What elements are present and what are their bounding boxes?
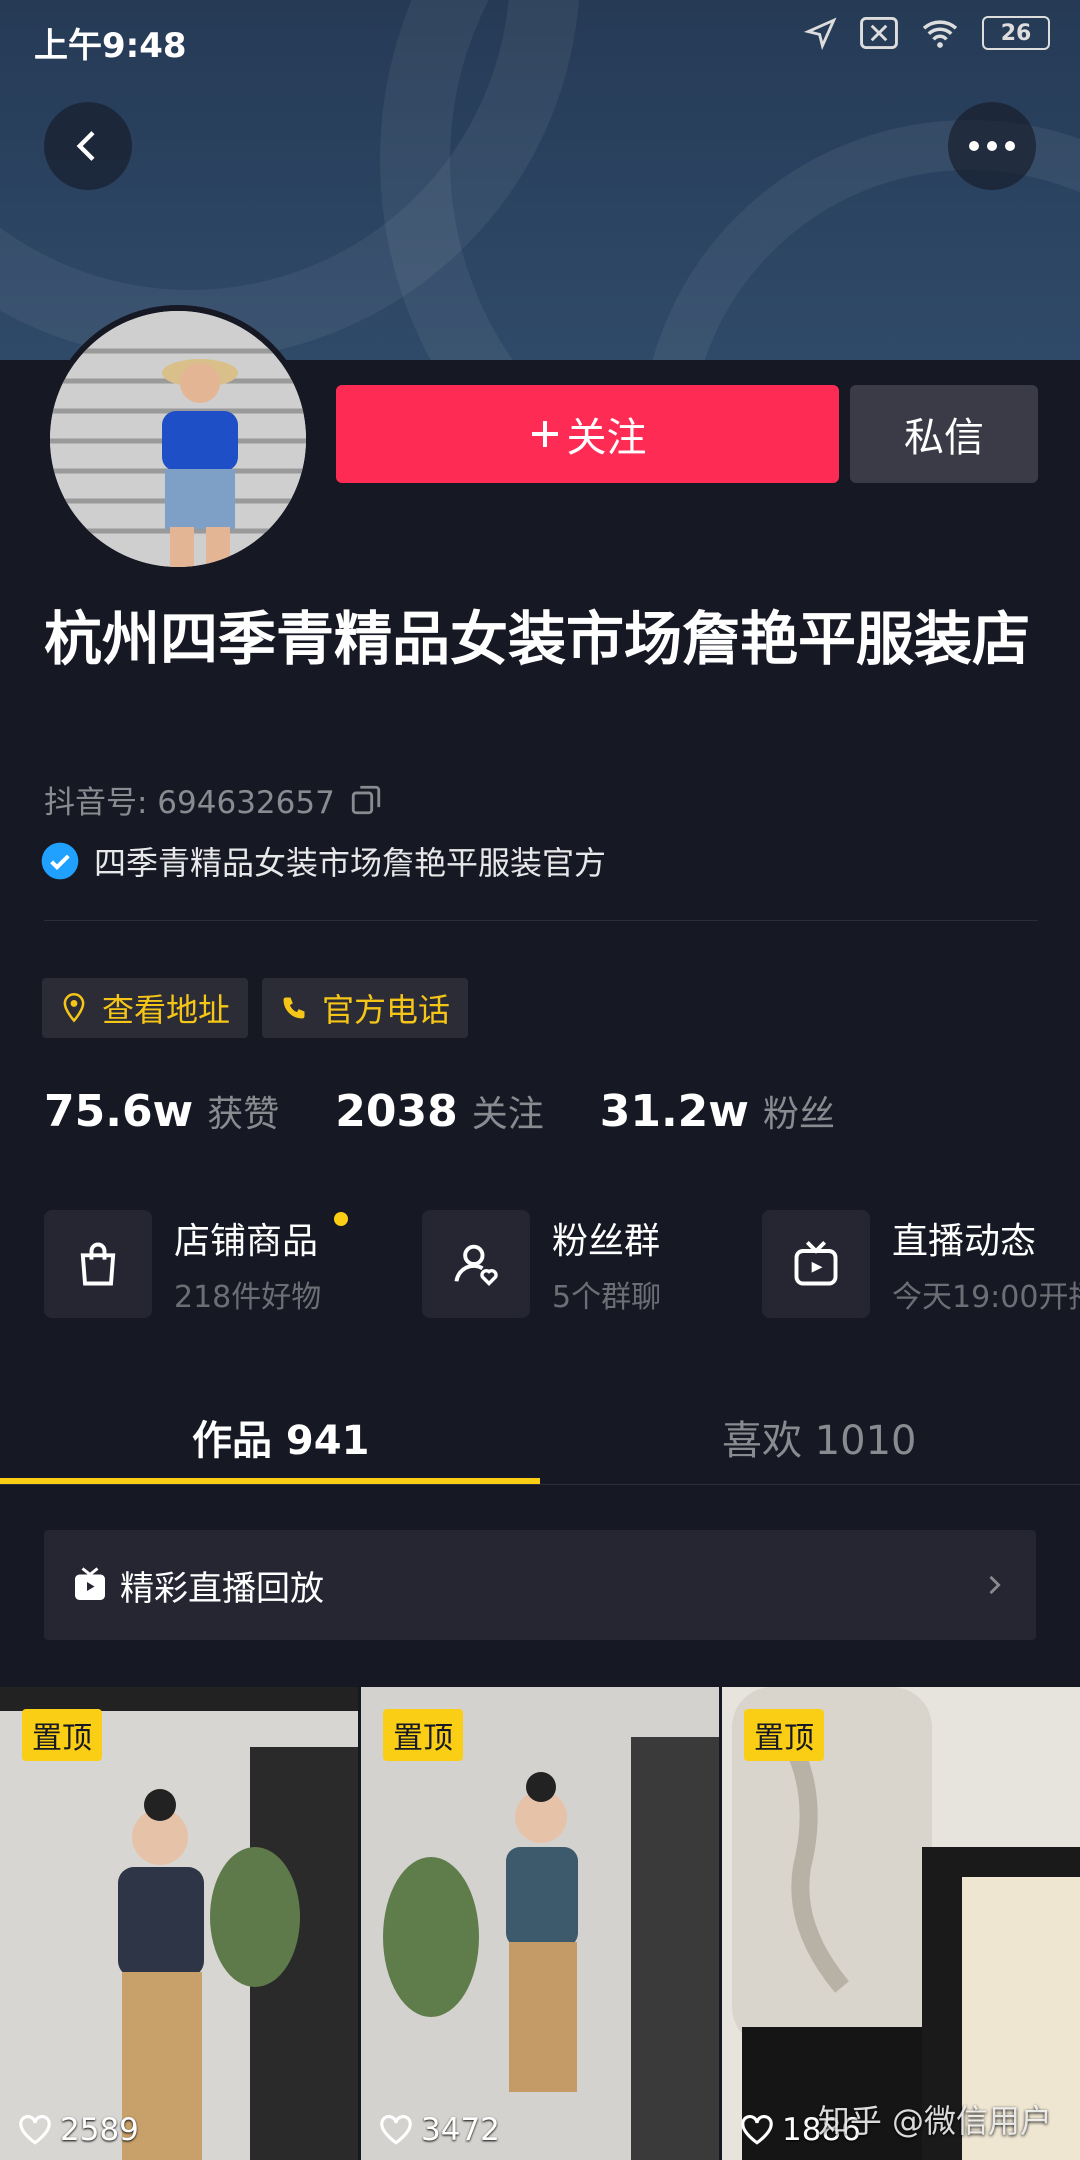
divider bbox=[44, 920, 1038, 921]
following-count[interactable]: 2038 bbox=[335, 1086, 457, 1137]
location-arrow-icon bbox=[804, 17, 837, 50]
phone-tag[interactable]: 官方电话 bbox=[262, 978, 469, 1038]
likes-count: 75.6w bbox=[44, 1086, 194, 1137]
live-schedule-title: 直播动态 bbox=[892, 1221, 1037, 1262]
live-schedule-subtitle: 今天19:00开播 bbox=[892, 1280, 1080, 1315]
chevron-right-icon bbox=[989, 1575, 1001, 1595]
video-likes: 2589 bbox=[18, 2112, 139, 2148]
avatar[interactable] bbox=[44, 305, 312, 573]
live-tv-icon bbox=[762, 1210, 870, 1318]
fan-group-entry[interactable]: 粉丝群 5个群聊 bbox=[422, 1210, 661, 1318]
followers-label[interactable]: 粉丝 bbox=[763, 1085, 835, 1137]
watermark-text: 知乎 @微信用户 bbox=[817, 2102, 1052, 2140]
new-dot bbox=[334, 1212, 348, 1226]
back-button[interactable] bbox=[44, 102, 132, 190]
active-tab-indicator bbox=[0, 1478, 540, 1484]
fan-group-subtitle: 5个群聊 bbox=[552, 1280, 662, 1315]
pinned-badge: 置顶 bbox=[22, 1709, 102, 1761]
shop-products-entry[interactable]: 店铺商品 218件好物 bbox=[44, 1210, 348, 1318]
follow-label: 关注 bbox=[566, 415, 647, 461]
live-schedule-entry[interactable]: 直播动态 今天19:00开播 bbox=[762, 1210, 1080, 1318]
battery-icon: 26 bbox=[982, 16, 1050, 50]
phone-tag-label: 官方电话 bbox=[322, 991, 451, 1029]
follow-button[interactable]: 关注 bbox=[336, 385, 839, 483]
live-replay-bar[interactable]: 精彩直播回放 bbox=[44, 1530, 1036, 1640]
tab-works[interactable]: 作品 941 bbox=[192, 1408, 369, 1466]
status-time: 上午9:48 bbox=[34, 26, 187, 66]
video-thumbnail[interactable]: 置顶 2589 bbox=[0, 1687, 358, 2160]
video-likes-count: 3472 bbox=[421, 2112, 500, 2148]
message-label: 私信 bbox=[904, 415, 984, 461]
heart-icon bbox=[741, 2114, 773, 2145]
more-button[interactable] bbox=[948, 102, 1036, 190]
chevron-left-icon bbox=[76, 131, 95, 161]
message-button[interactable]: 私信 bbox=[850, 385, 1038, 483]
heart-icon bbox=[19, 2114, 51, 2145]
verified-text: 四季青精品女装市场詹艳平服装官方 bbox=[94, 844, 607, 882]
status-icons: 26 bbox=[804, 16, 1050, 50]
stats-row: 75.6w 获赞 2038 关注 31.2w 粉丝 bbox=[44, 1085, 891, 1137]
fan-group-icon bbox=[422, 1210, 530, 1318]
more-dots-icon bbox=[969, 141, 1015, 151]
tab-likes[interactable]: 喜欢 1010 bbox=[722, 1408, 917, 1466]
sim-off-icon bbox=[860, 17, 898, 49]
video-likes: 3472 bbox=[379, 2112, 500, 2148]
shop-products-subtitle: 218件好物 bbox=[174, 1280, 322, 1315]
content-tabs: 作品 941 喜欢 1010 bbox=[0, 1390, 1080, 1485]
pinned-badge: 置顶 bbox=[383, 1709, 463, 1761]
video-thumbnail[interactable]: 置顶 1886 bbox=[722, 1687, 1080, 2160]
pinned-badge: 置顶 bbox=[744, 1709, 824, 1761]
copy-icon[interactable] bbox=[349, 783, 383, 817]
address-tag-label: 查看地址 bbox=[102, 991, 231, 1029]
address-tag[interactable]: 查看地址 bbox=[42, 978, 249, 1038]
profile-name: 杭州四季青精品女装市场詹艳平服装店 bbox=[44, 605, 1031, 673]
verified-check-icon bbox=[41, 842, 79, 880]
heart-icon bbox=[380, 2114, 412, 2145]
douyin-id: 抖音号: 694632657 bbox=[44, 785, 335, 821]
followers-count[interactable]: 31.2w bbox=[600, 1086, 749, 1137]
shopping-bag-icon bbox=[44, 1210, 152, 1318]
video-thumbnail[interactable]: 置顶 3472 bbox=[361, 1687, 719, 2160]
following-label[interactable]: 关注 bbox=[472, 1085, 544, 1137]
fan-group-title: 粉丝群 bbox=[552, 1221, 661, 1262]
video-likes-count: 2589 bbox=[60, 2112, 139, 2148]
verified-row: 四季青精品女装市场詹艳平服装官方 bbox=[40, 838, 606, 884]
live-replay-label: 精彩直播回放 bbox=[120, 1568, 324, 1609]
douyin-id-row: 抖音号: 694632657 bbox=[44, 777, 383, 822]
phone-icon bbox=[283, 997, 305, 1019]
live-replay-icon bbox=[75, 1567, 105, 1600]
location-pin-icon bbox=[63, 993, 85, 1023]
avatar-image bbox=[50, 311, 306, 567]
likes-label: 获赞 bbox=[207, 1094, 280, 1135]
wifi-icon bbox=[922, 20, 958, 48]
shop-products-title: 店铺商品 bbox=[174, 1221, 319, 1262]
plus-icon bbox=[531, 421, 558, 447]
